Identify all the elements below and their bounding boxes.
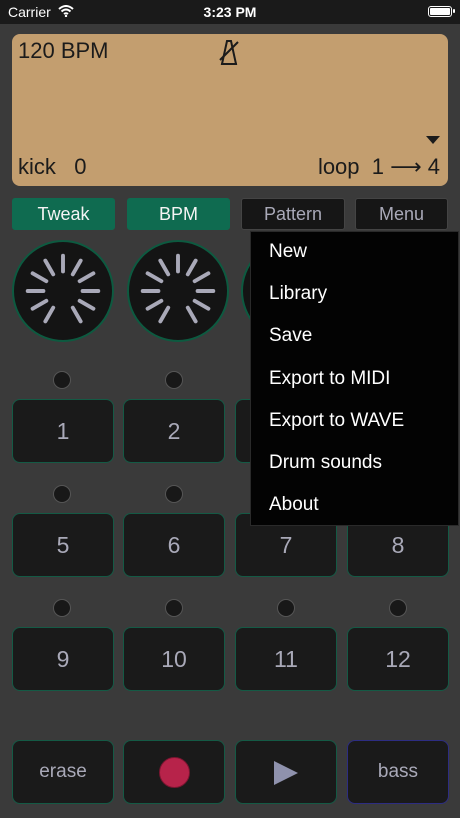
play-button[interactable] [235,740,337,804]
knob-ticks-icon [140,253,216,324]
pad-led [389,599,407,617]
menu-item-new[interactable]: New [269,241,307,263]
battery-icon [428,6,455,17]
pad-9[interactable]: 9 [12,627,114,691]
menu-button[interactable]: Menu [355,198,448,230]
instrument-value: 0 [74,154,87,179]
loop-readout: loop 1 ⟶ 4 [317,154,440,179]
play-icon [274,761,298,785]
menu-item-about[interactable]: About [269,494,319,516]
bass-button[interactable]: bass [347,740,449,804]
menu-item-save[interactable]: Save [269,325,312,347]
pad-10[interactable]: 10 [123,627,225,691]
knob-1[interactable] [12,240,114,342]
menu-item-export-wave[interactable]: Export to WAVE [269,410,404,432]
knob-2[interactable] [127,240,229,342]
bpm-button[interactable]: BPM [127,198,230,230]
knob-ticks-icon [25,253,101,324]
record-icon [159,757,190,788]
pad-led [53,485,71,503]
menu-item-export-midi[interactable]: Export to MIDI [269,368,390,390]
pad-2[interactable]: 2 [123,399,225,463]
pad-11[interactable]: 11 [235,627,337,691]
main-menu-dropdown: New Library Save Export to MIDI Export t… [250,231,459,526]
tweak-button[interactable]: Tweak [12,198,115,230]
status-bar: Carrier 3:23 PM [0,0,460,24]
record-button[interactable] [123,740,225,804]
pattern-button[interactable]: Pattern [241,198,345,230]
bpm-readout: 120 BPM [18,38,109,63]
pad-5[interactable]: 5 [12,513,114,577]
instrument-readout: kick 0 [18,154,86,180]
menu-item-drum-sounds[interactable]: Drum sounds [269,452,382,474]
pad-led [165,371,183,389]
pad-led [53,599,71,617]
pad-led [165,599,183,617]
menu-item-library[interactable]: Library [269,283,327,305]
pad-led [53,371,71,389]
instrument-name: kick [18,154,56,179]
pad-1[interactable]: 1 [12,399,114,463]
sequencer-display: 120 BPM kick 0 loop 1 ⟶ 4 [12,34,448,186]
pad-led [165,485,183,503]
clock: 3:23 PM [203,4,257,20]
erase-button[interactable]: erase [12,740,114,804]
pad-12[interactable]: 12 [347,627,449,691]
metronome-icon[interactable] [216,38,242,71]
triangle-down-icon[interactable] [426,136,440,144]
pad-6[interactable]: 6 [123,513,225,577]
pad-led [277,599,295,617]
